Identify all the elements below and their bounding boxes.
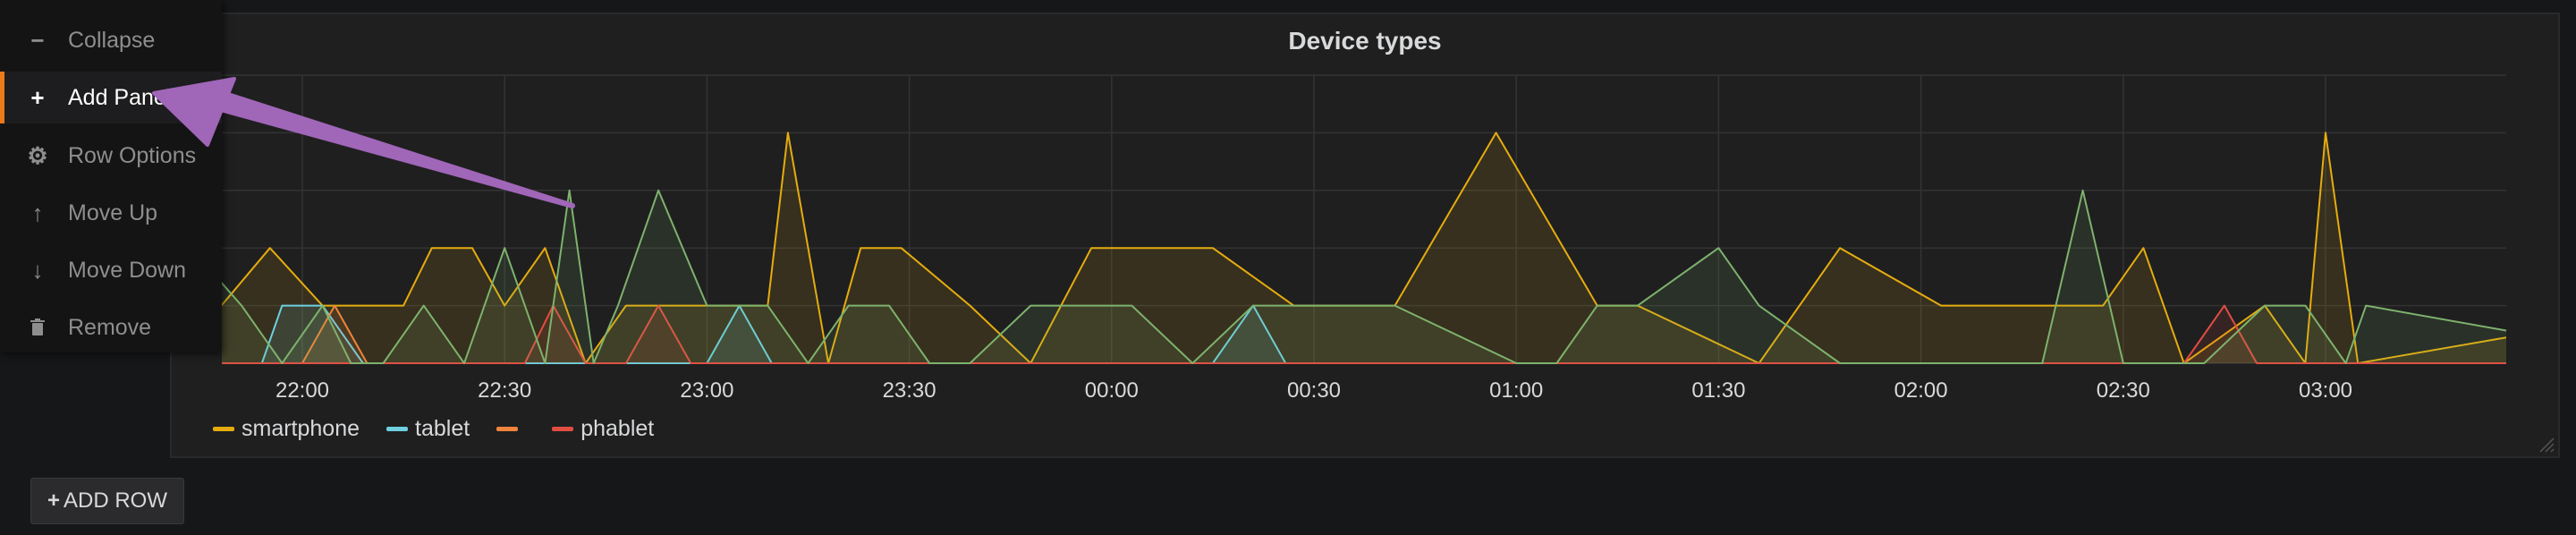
- legend-item[interactable]: tablet: [386, 416, 470, 442]
- chart-plot: 22:00 22:30 23:00 23:30 00:00 00:30 01:00 01:30…: [222, 74, 2506, 403]
- legend-item[interactable]: smartphone: [213, 416, 360, 442]
- arrow-down-icon: ↓: [31, 256, 44, 284]
- x-tick-label: 01:00: [1489, 378, 1543, 403]
- menu-item-collapse[interactable]: − Collapse: [0, 14, 222, 66]
- menu-item-move-up[interactable]: ↑ Move Up: [0, 187, 222, 239]
- chart-legend: smartphone tablet phablet: [213, 415, 681, 442]
- legend-label: smartphone: [242, 415, 360, 441]
- menu-item-label: Move Down: [68, 257, 186, 283]
- menu-item-label: Add Panel: [68, 84, 172, 110]
- plus-icon: +: [30, 83, 45, 111]
- arrow-up-icon: ↑: [31, 199, 44, 226]
- add-row-button[interactable]: + ADD ROW: [30, 478, 184, 524]
- x-tick-label: 23:00: [680, 378, 733, 403]
- add-row-label: ADD ROW: [64, 488, 167, 513]
- legend-label: tablet: [415, 415, 470, 441]
- row-menu: − Collapse + Add Panel ⚙ Row Options ↑ Move Up ↓…: [0, 0, 222, 352]
- plus-icon: +: [47, 488, 60, 513]
- legend-swatch: [386, 426, 409, 431]
- x-tick-label: 00:30: [1287, 378, 1341, 403]
- menu-item-row-options[interactable]: ⚙ Row Options: [0, 130, 222, 182]
- legend-item[interactable]: [496, 426, 525, 431]
- x-tick-label: 01:30: [1691, 378, 1745, 403]
- legend-swatch: [552, 426, 574, 431]
- menu-item-label: Move Up: [68, 200, 158, 225]
- legend-label: phablet: [580, 415, 655, 441]
- menu-item-label: Remove: [68, 314, 152, 340]
- x-tick-label: 23:30: [883, 378, 936, 403]
- x-tick-label: 02:00: [1894, 378, 1948, 403]
- menu-item-label: Row Options: [68, 142, 197, 168]
- legend-swatch: [213, 426, 234, 431]
- minus-icon: −: [30, 26, 45, 54]
- x-tick-label: 00:00: [1085, 378, 1139, 403]
- menu-item-move-down[interactable]: ↓ Move Down: [0, 244, 222, 296]
- legend-swatch: [496, 426, 519, 431]
- x-tick-label: 03:00: [2299, 378, 2352, 403]
- gear-icon: ⚙: [27, 141, 48, 169]
- trash-icon: [25, 315, 50, 340]
- x-tick-label: 02:30: [2097, 378, 2150, 403]
- x-tick-label: 22:30: [478, 378, 531, 403]
- x-tick-label: 22:00: [275, 378, 329, 403]
- menu-item-add-panel[interactable]: + Add Panel: [0, 72, 222, 123]
- menu-item-label: Collapse: [68, 27, 156, 53]
- legend-item[interactable]: phablet: [552, 416, 654, 442]
- dashboard-row: Device types 22:00 22:30 23:00 23:30 00:00 00…: [0, 0, 2576, 535]
- menu-item-remove[interactable]: Remove: [0, 301, 222, 353]
